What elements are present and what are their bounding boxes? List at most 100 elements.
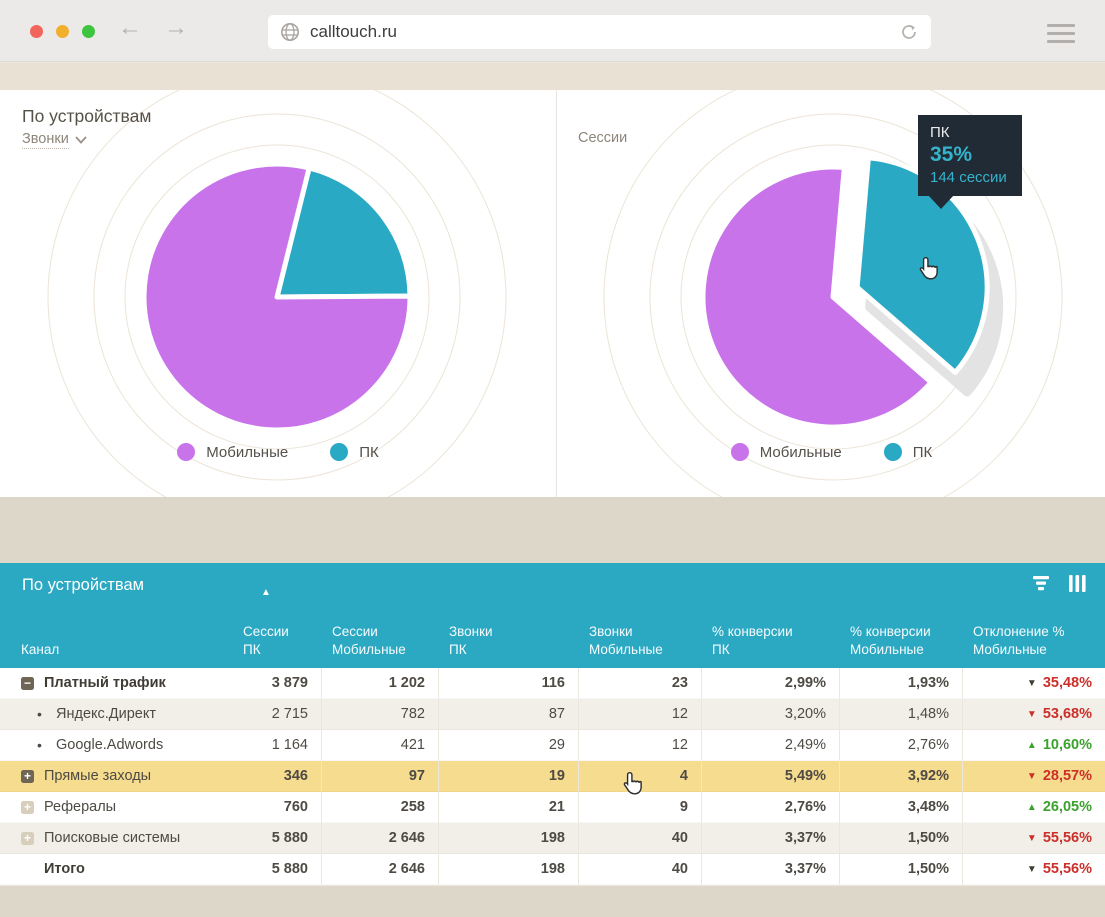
filter-icon[interactable] <box>1031 575 1051 592</box>
cell-value: 5 880 <box>271 830 308 846</box>
collapse-row-icon[interactable]: − <box>21 676 34 690</box>
cell-value: 40 <box>671 830 688 846</box>
cell-value: 198 <box>540 830 565 846</box>
row-label: Итого <box>44 861 85 877</box>
cell-value: 29 <box>548 737 565 753</box>
table-row[interactable]: + Поисковые системы 5 880 2 646 198 40 3,37% 1,… <box>0 823 1105 854</box>
expand-row-icon[interactable]: + <box>21 831 34 845</box>
sort-asc-icon: ▲ <box>261 587 271 598</box>
bottom-spacer <box>0 886 1105 917</box>
cell-value: 40 <box>671 861 688 877</box>
devices-charts-panel: По устройствам Звонки Мобильные ПК Сессии… <box>0 90 1105 497</box>
column-header-3[interactable]: Звонки ПК <box>438 610 578 668</box>
column-header-2[interactable]: Сессии Мобильные <box>321 610 438 668</box>
triangle-up-icon: ▲ <box>1026 739 1037 751</box>
calls-pie-svg[interactable] <box>0 90 557 497</box>
cell-value: 5 880 <box>271 861 308 877</box>
cell-value: 2 646 <box>388 830 425 846</box>
columns-icon[interactable] <box>1068 575 1087 592</box>
cell-value: 2,76% <box>784 799 826 815</box>
row-label: Прямые заходы <box>44 768 152 784</box>
refresh-icon[interactable] <box>899 22 919 42</box>
deviation-value: 35,48% <box>1042 675 1092 691</box>
cell-value: 3,20% <box>784 706 826 722</box>
cell-value: 1,50% <box>907 861 949 877</box>
deviation-value: 10,60% <box>1042 737 1092 753</box>
column-header-4[interactable]: Звонки Мобильные <box>578 610 701 668</box>
row-label: Яндекс.Директ <box>56 706 156 722</box>
legend-item-pc[interactable]: ПК <box>883 443 932 461</box>
cell-value: 19 <box>548 768 565 784</box>
chevron-down-icon <box>75 136 87 144</box>
sessions-chart-label: Сессии <box>578 130 628 146</box>
table-row[interactable]: • Google.Adwords 1 164 421 29 12 2,49% 2,76% ▲ 10… <box>0 730 1105 761</box>
row-label: Платный трафик <box>44 675 166 691</box>
cell-value: 4 <box>679 768 688 784</box>
triangle-down-icon: ▼ <box>1026 832 1037 844</box>
column-header-5[interactable]: % конверсии ПК <box>701 610 839 668</box>
cell-value: 23 <box>671 675 688 691</box>
hand-cursor-icon <box>623 771 642 795</box>
triangle-down-icon: ▼ <box>1026 708 1037 720</box>
cell-value: 2,99% <box>784 675 826 691</box>
metric-dropdown[interactable]: Звонки <box>22 131 87 149</box>
bullet-icon: • <box>37 737 42 753</box>
table-row[interactable]: • Яндекс.Директ 2 715 782 87 12 3,20% 1,48% ▼ 53,… <box>0 699 1105 730</box>
calls-legend: Мобильные ПК <box>0 443 556 461</box>
cell-value: 12 <box>671 706 688 722</box>
cell-value: 97 <box>408 768 425 784</box>
sessions-pie-chart: Сессии Мобильные ПК ПК 35% 144 сессии <box>558 90 1105 497</box>
deviation-cell: ▼ 55,56% <box>962 854 1105 885</box>
deviation-cell: ▼ 35,48% <box>962 668 1105 699</box>
legend-item-pc[interactable]: ПК <box>330 443 379 461</box>
cell-value: 3,37% <box>784 830 826 846</box>
deviation-value: 28,57% <box>1042 768 1092 784</box>
tooltip-detail: 144 сессии <box>930 169 1007 186</box>
tooltip-percent: 35% <box>930 143 973 166</box>
table-row[interactable]: Итого 5 880 2 646 198 40 3,37% 1,50% ▼ 55,56% <box>0 854 1105 885</box>
deviation-cell: ▼ 53,68% <box>962 699 1105 730</box>
deviation-value: 53,68% <box>1042 706 1092 722</box>
forward-arrow-icon[interactable]: → <box>164 14 188 42</box>
metric-dropdown-label: Звонки <box>22 131 69 149</box>
cell-value: 3,92% <box>907 768 949 784</box>
legend-label: Мобильные <box>206 443 289 461</box>
globe-icon <box>281 23 299 41</box>
legend-item-mobile[interactable]: Мобильные <box>177 443 288 461</box>
cell-value: 21 <box>548 799 565 815</box>
table-row[interactable]: + Прямые заходы 346 97 19 4 5,49% 3,92% ▼ 28,57% <box>0 761 1105 792</box>
table-row[interactable]: + Рефералы 760 258 21 9 2,76% 3,48% ▲ 26,05% <box>0 792 1105 823</box>
cell-value: 2 646 <box>388 861 425 877</box>
expand-row-icon[interactable]: + <box>21 769 34 783</box>
table-row[interactable]: − Платный трафик 3 879 1 202 116 23 2,99% 1,93%… <box>0 668 1105 699</box>
cell-value: 87 <box>548 706 565 722</box>
address-bar[interactable]: calltouch.ru <box>268 15 931 49</box>
sessions-pie-svg[interactable] <box>558 90 1105 497</box>
column-header-0[interactable]: Канал <box>0 610 232 668</box>
devices-table: По устройствам Канал ▲ Сессии ПК Сессии Мобил… <box>0 563 1105 885</box>
cell-value: 2 715 <box>271 706 308 722</box>
maximize-window-button[interactable] <box>82 25 95 38</box>
cell-value: 1 202 <box>388 675 425 691</box>
deviation-value: 55,56% <box>1042 830 1092 846</box>
back-arrow-icon[interactable]: ← <box>118 14 142 42</box>
cell-value: 2,76% <box>907 737 949 753</box>
triangle-up-icon: ▲ <box>1026 801 1037 813</box>
url-text[interactable]: calltouch.ru <box>310 22 899 42</box>
table-title: По устройствам <box>22 576 144 594</box>
column-header-7[interactable]: Отклонение % Мобильные <box>962 610 1105 668</box>
legend-item-mobile[interactable]: Мобильные <box>730 443 842 461</box>
expand-row-icon[interactable]: + <box>21 800 34 814</box>
menu-icon[interactable] <box>1047 24 1075 48</box>
column-header-6[interactable]: % конверсии Мобильные <box>839 610 962 668</box>
cell-value: 3 879 <box>271 675 308 691</box>
triangle-down-icon: ▼ <box>1026 770 1037 782</box>
close-window-button[interactable] <box>30 25 43 38</box>
mid-spacer <box>0 497 1105 563</box>
cell-value: 9 <box>679 799 688 815</box>
minimize-window-button[interactable] <box>56 25 69 38</box>
tooltip-title: ПК <box>930 124 950 141</box>
column-header-1[interactable]: ▲ Сессии ПК <box>232 587 321 668</box>
cell-value: 421 <box>400 737 425 753</box>
cell-value: 1,50% <box>907 830 949 846</box>
